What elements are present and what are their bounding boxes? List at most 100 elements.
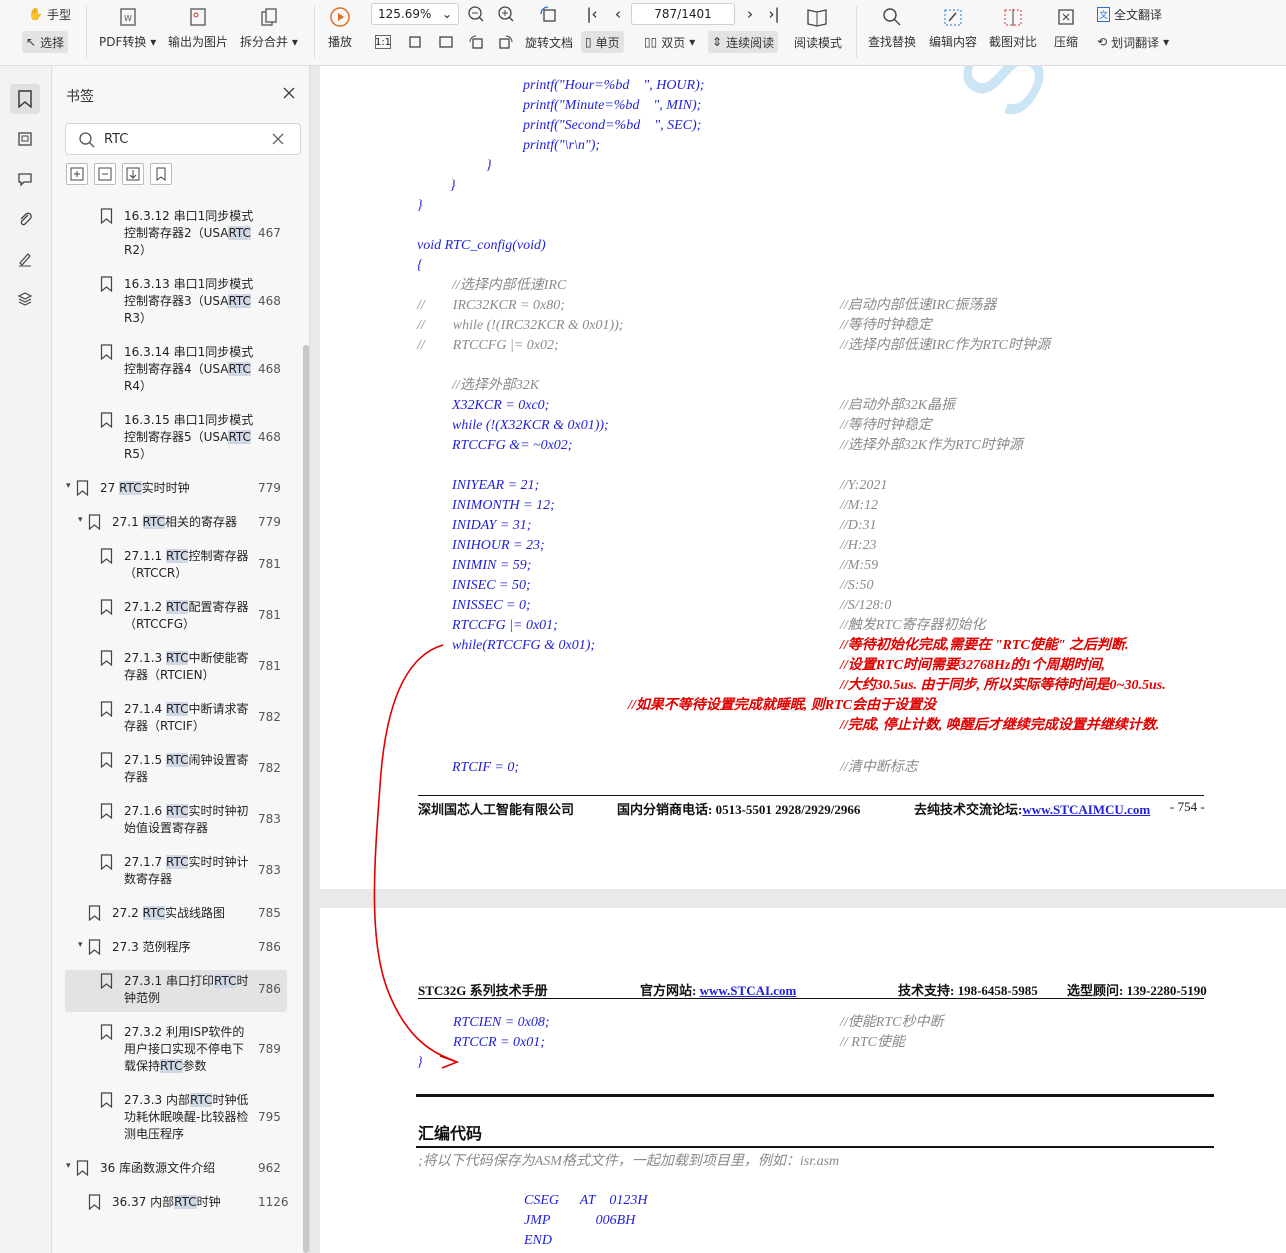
bookmark-item[interactable]: 27.3.3 内部RTC时钟低 功耗休眠唤醒-比较器检 测电压程序 795 — [65, 1089, 287, 1148]
translate-icon: 文 — [1097, 6, 1111, 22]
zoom-select[interactable]: 125.69% ⌄ — [371, 3, 459, 25]
rotate-left-icon[interactable] — [466, 32, 486, 52]
bookmark-tree: 16.3.12 串口1同步模式 控制寄存器2（USARTC R2） 467 16.3… — [52, 205, 302, 1253]
collapse-all-icon[interactable] — [94, 163, 116, 185]
zoom-in-icon[interactable] — [496, 4, 516, 24]
read-mode-label[interactable]: 阅读模式 — [790, 31, 846, 53]
bookmark-page-number: 468 — [258, 294, 281, 308]
bookmark-label: 16.3.12 串口1同步模式 控制寄存器2（USARTC R2） — [124, 209, 254, 257]
expand-arrow-icon[interactable]: ▾ — [66, 481, 71, 491]
bookmark-search-input[interactable]: RTC — [65, 123, 301, 155]
bookmark-item[interactable]: 27.1.7 RTC实时时钟计 数寄存器 783 — [65, 851, 287, 893]
bookmark-label: 27.1.4 RTC中断请求寄 存器（RTCIF） — [124, 702, 249, 733]
bookmark-item[interactable]: 27.1.1 RTC控制寄存器 （RTCCR） 781 — [65, 545, 287, 587]
rotate-right-icon[interactable] — [496, 32, 516, 52]
bookmark-item[interactable]: ▾ 27.1 RTC相关的寄存器 779 — [65, 511, 287, 536]
bookmark-label: 27.1.3 RTC中断使能寄 存器（RTCIEN） — [124, 651, 249, 682]
bookmark-page-number: 786 — [258, 940, 281, 954]
pdf-convert-button[interactable]: W PDF转换 ▾ — [99, 2, 156, 50]
bookmark-icon — [100, 412, 113, 428]
edit-content-button[interactable]: 编辑内容 — [929, 2, 977, 50]
layers-icon[interactable] — [10, 284, 40, 314]
split-merge-button[interactable]: 拆分合并 ▾ — [240, 2, 298, 50]
double-page-icon: ▯▯ — [644, 35, 658, 49]
signature-icon[interactable] — [10, 244, 40, 274]
search-highlight: RTC — [160, 1059, 183, 1073]
expand-arrow-icon[interactable]: ▾ — [78, 940, 83, 950]
hand-icon: ✋ — [28, 7, 43, 21]
bookmark-item[interactable]: 27.1.3 RTC中断使能寄 存器（RTCIEN） 781 — [65, 647, 287, 689]
search-icon — [881, 6, 903, 28]
fit-page-icon[interactable] — [405, 32, 425, 52]
first-page-icon[interactable]: |‹ — [582, 4, 602, 24]
bookmark-item[interactable]: ▾ 36 库函数源文件介绍 962 — [65, 1157, 287, 1182]
bookmark-item[interactable]: 36.37 内部RTC时钟 1126 — [65, 1191, 289, 1216]
image-export-icon — [187, 6, 209, 28]
clear-search-icon[interactable] — [271, 132, 285, 149]
play-button[interactable]: 播放 — [328, 2, 352, 50]
bookmark-item[interactable]: 27.1.5 RTC闹钟设置寄 存器 782 — [65, 749, 287, 791]
bookmark-icon[interactable] — [150, 163, 172, 185]
actual-size-icon[interactable]: 1:1 — [375, 35, 391, 49]
search-highlight: RTC — [228, 226, 251, 240]
bookmark-label: 36 库函数源文件介绍 — [100, 1161, 216, 1175]
continuous-read-button[interactable]: ⇕ 连续阅读 — [708, 31, 779, 53]
select-tool-button[interactable]: ↖ 选择 — [22, 31, 69, 53]
bookmark-item[interactable]: 27.1.4 RTC中断请求寄 存器（RTCIF） 782 — [65, 698, 287, 740]
export-image-button[interactable]: 输出为图片 — [168, 2, 228, 50]
double-page-button[interactable]: ▯▯ 双页 ▾ — [640, 31, 699, 53]
search-highlight: RTC — [165, 549, 189, 563]
add-bookmark-icon[interactable] — [122, 163, 144, 185]
thumbnail-icon[interactable] — [10, 124, 40, 154]
pdf-convert-icon: W — [117, 6, 139, 28]
fit-width-icon[interactable] — [436, 32, 456, 52]
bookmark-item[interactable]: 27.1.2 RTC配置寄存器 （RTCCFG） 781 — [65, 596, 287, 638]
expand-arrow-icon[interactable]: ▾ — [66, 1161, 71, 1171]
bookmark-item[interactable]: ▾ 27.3 范例程序 786 — [65, 936, 287, 961]
comment-icon[interactable] — [10, 164, 40, 194]
next-page-icon[interactable]: › — [740, 4, 760, 24]
bookmark-page-number: 786 — [258, 982, 281, 996]
bookmark-item[interactable]: ▾ 27 RTC实时时钟 779 — [65, 477, 287, 502]
bookmark-label: 27.3.1 串口打印RTC时 钟范例 — [124, 974, 249, 1005]
search-highlight: RTC — [142, 906, 166, 920]
read-mode-button[interactable] — [806, 2, 828, 28]
bookmark-item[interactable]: 16.3.13 串口1同步模式 控制寄存器3（USARTC R3） 468 — [65, 273, 287, 332]
pdf-reader-app: ✋ 手型 ↖ 选择 W PDF转换 ▾ 输出为图片 拆分合并 ▾ 播放 125.69… — [0, 0, 1286, 1253]
page-number-input[interactable]: 787/1401 — [631, 3, 735, 25]
close-icon[interactable] — [280, 84, 298, 102]
bookmark-item[interactable]: 27.2 RTC实战线路图 785 — [65, 902, 287, 927]
panel-scrollbar[interactable] — [303, 345, 309, 1253]
bookmark-icon — [100, 803, 113, 819]
full-translate-button[interactable]: 文全文翻译 — [1093, 3, 1166, 25]
word-translate-button[interactable]: ⟲ 划词翻译 ▾ — [1093, 31, 1173, 53]
chevron-down-icon: ▾ — [689, 35, 696, 49]
bookmark-item[interactable]: 27.1.6 RTC实时时钟初 始值设置寄存器 783 — [65, 800, 287, 842]
bookmark-page-number: 781 — [258, 659, 281, 673]
single-page-icon: ▯ — [585, 35, 592, 49]
expand-arrow-icon[interactable]: ▾ — [78, 515, 83, 525]
bookmark-page-number: 468 — [258, 430, 281, 444]
bookmark-icon — [100, 1092, 113, 1108]
find-replace-button[interactable]: 查找替换 — [868, 2, 916, 50]
prev-page-icon[interactable]: ‹ — [608, 4, 628, 24]
compress-button[interactable]: 压缩 — [1054, 2, 1078, 50]
bookmark-item[interactable]: 16.3.14 串口1同步模式 控制寄存器4（USARTC R4） 468 — [65, 341, 287, 400]
bookmark-page-number: 779 — [258, 481, 281, 495]
rotate-doc-icon[interactable] — [538, 4, 558, 24]
bookmark-item[interactable]: 27.3.1 串口打印RTC时 钟范例 786 — [65, 970, 287, 1012]
expand-all-icon[interactable] — [66, 163, 88, 185]
bookmark-item[interactable]: 27.3.2 利用ISP软件的 用户接口实现不停电下 载保持RTC参数 789 — [65, 1021, 287, 1080]
bookmark-panel-icon[interactable] — [10, 84, 40, 114]
bookmark-item[interactable]: 16.3.12 串口1同步模式 控制寄存器2（USARTC R2） 467 — [65, 205, 287, 264]
search-highlight: RTC — [165, 651, 189, 665]
bookmark-item[interactable]: 16.3.15 串口1同步模式 控制寄存器5（USARTC R5） 468 — [65, 409, 287, 468]
attachment-icon[interactable] — [10, 204, 40, 234]
hand-tool-button[interactable]: ✋ 手型 — [24, 3, 75, 25]
zoom-out-icon[interactable] — [466, 4, 486, 24]
single-page-button[interactable]: ▯ 单页 — [581, 31, 624, 53]
rotate-document-button[interactable]: 旋转文档 — [521, 31, 577, 53]
screenshot-compare-button[interactable]: 截图对比 — [989, 2, 1037, 50]
edit-icon — [942, 6, 964, 28]
last-page-icon[interactable]: ›| — [764, 4, 784, 24]
